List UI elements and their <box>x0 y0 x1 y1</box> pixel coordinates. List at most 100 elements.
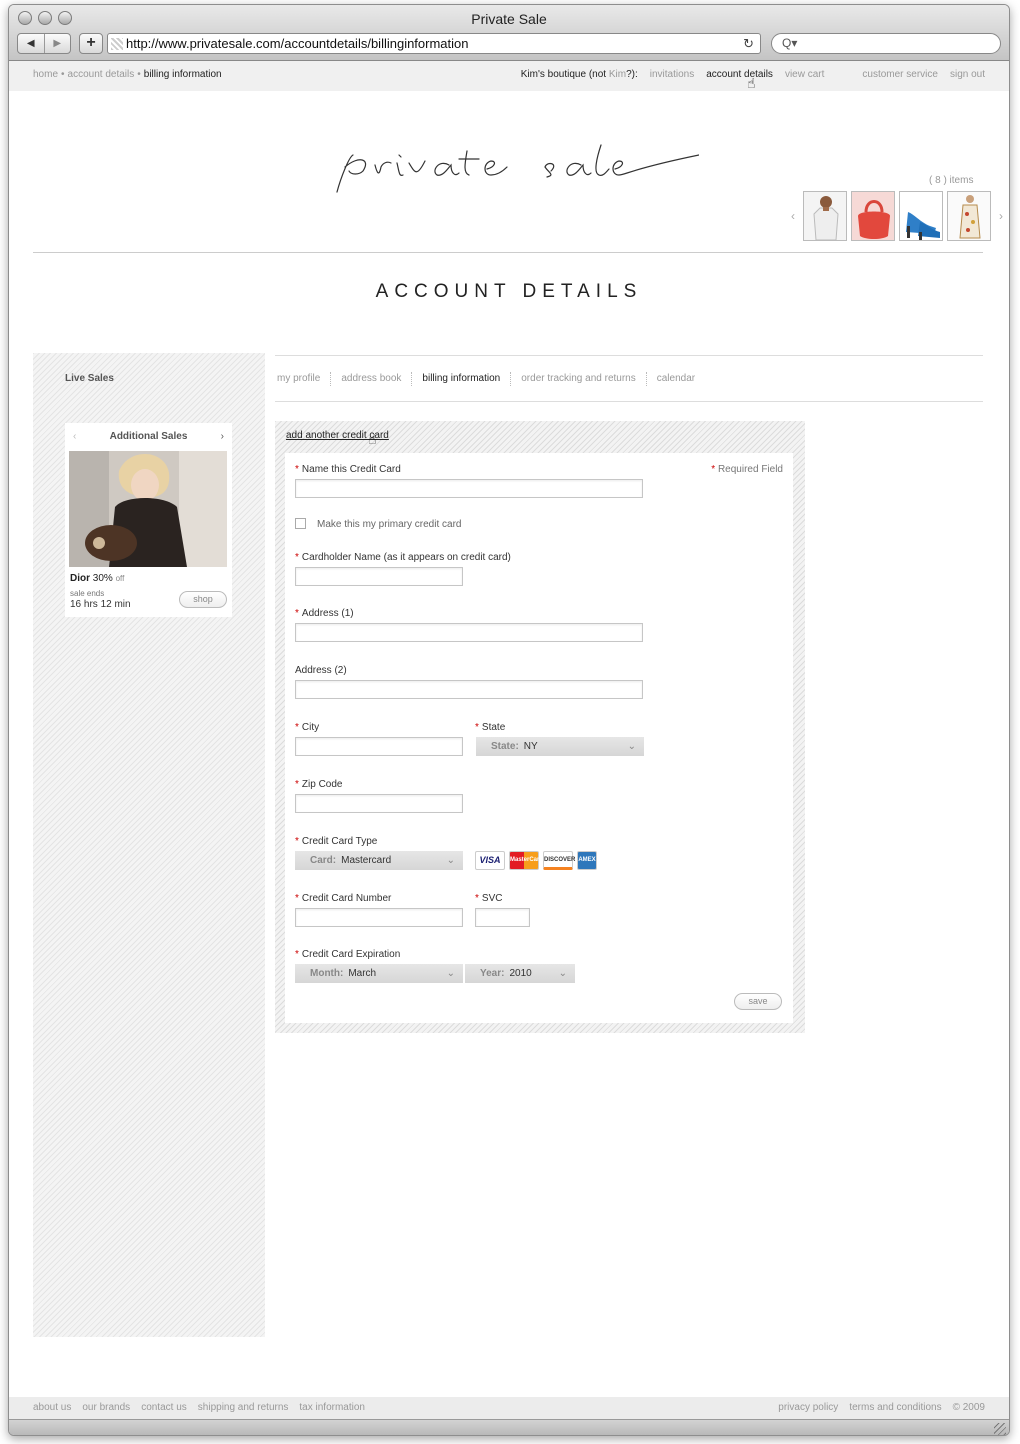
forward-button[interactable]: ▶ <box>43 34 71 53</box>
zip-label: * Zip Code <box>295 779 343 790</box>
breadcrumb-home[interactable]: home <box>33 69 58 80</box>
address-bar[interactable]: http://www.privatesale.com/accountdetail… <box>107 33 761 54</box>
expiration-label: * Credit Card Expiration <box>295 949 401 960</box>
resize-grip-icon[interactable] <box>994 1423 1006 1435</box>
tab-billing-information[interactable]: billing information <box>411 372 510 386</box>
site-footer: about us our brands contact us shipping … <box>9 1397 1009 1419</box>
save-button[interactable]: save <box>734 993 782 1010</box>
primary-card-label: Make this my primary credit card <box>317 519 462 530</box>
address1-field[interactable] <box>295 623 643 642</box>
city-label: * City <box>295 722 320 733</box>
breadcrumb-account-details[interactable]: account details <box>68 69 135 80</box>
footer-our-brands[interactable]: our brands <box>82 1397 130 1419</box>
cardholder-label: * Cardholder Name (as it appears on credi… <box>295 552 511 563</box>
billing-panel: add another credit card ☝ * Required Fie… <box>275 421 805 1033</box>
tab-order-tracking[interactable]: order tracking and returns <box>510 372 646 386</box>
footer-tax-information[interactable]: tax information <box>299 1397 365 1419</box>
account-details-link[interactable]: account details <box>706 61 773 89</box>
cc-number-label: * Credit Card Number <box>295 893 392 904</box>
header-divider <box>33 252 983 253</box>
reload-icon[interactable]: ↻ <box>743 34 754 53</box>
footer-contact-us[interactable]: contact us <box>141 1397 187 1419</box>
address2-field[interactable] <box>295 680 643 699</box>
back-button[interactable]: ◀ <box>18 34 44 53</box>
account-tabs: my profile address book billing informat… <box>277 372 705 386</box>
boutique-greeting: Kim's boutique (not Kim?): <box>520 69 638 80</box>
chevron-down-icon: ⌄ <box>446 968 455 979</box>
footer-terms[interactable]: terms and conditions <box>849 1397 941 1419</box>
tabs-divider-top <box>275 355 983 356</box>
card-type-select[interactable]: Card: Mastercard ⌄ <box>295 851 463 870</box>
window-title: Private Sale <box>471 11 547 27</box>
sign-out-link[interactable]: sign out <box>950 61 985 89</box>
cart-thumb-red-bag[interactable] <box>851 191 895 241</box>
tab-my-profile[interactable]: my profile <box>277 372 330 386</box>
page-title: ACCOUNT DETAILS <box>375 281 643 302</box>
cardholder-name-field[interactable] <box>295 567 463 586</box>
cart-thumb-dress[interactable] <box>947 191 991 241</box>
cart-thumbnails: ‹ › <box>787 191 1007 241</box>
card-name-field[interactable] <box>295 479 643 498</box>
search-icon: Q▾ <box>782 36 798 50</box>
card-number-field[interactable] <box>295 908 463 927</box>
site-top-nav: home • account details • billing information… <box>9 61 1009 91</box>
sale-time-left: 16 hrs 12 min <box>70 599 131 610</box>
mastercard-icon: MasterCard <box>509 851 543 870</box>
thumbs-prev-icon[interactable]: ‹ <box>787 209 799 223</box>
expiration-year-select[interactable]: Year: 2010 ⌄ <box>465 964 575 983</box>
name-card-label: * Name this Credit Card <box>295 464 401 475</box>
cc-type-label: * Credit Card Type <box>295 836 378 847</box>
hand-cursor-icon: ☝ <box>747 75 756 91</box>
svc-label: * SVC <box>475 893 503 904</box>
state-select[interactable]: State: NY ⌄ <box>476 737 644 756</box>
primary-card-checkbox[interactable] <box>295 518 306 529</box>
card-logos: VISA MasterCard DISCOVER AMEX <box>475 851 597 870</box>
additional-sales-title: Additional Sales <box>109 431 188 442</box>
city-field[interactable] <box>295 737 463 756</box>
sale-photo[interactable] <box>69 451 227 567</box>
url-text: http://www.privatesale.com/accountdetail… <box>126 36 469 51</box>
address2-label: Address (2) <box>295 665 347 676</box>
live-sales-heading[interactable]: Live Sales <box>65 373 114 384</box>
search-field[interactable]: Q▾ <box>771 33 1001 54</box>
amex-icon: AMEX <box>577 851 597 870</box>
visa-icon: VISA <box>475 851 505 870</box>
state-label: * State <box>475 722 506 733</box>
browser-toolbar: Private Sale ◀ ▶ + http://www.privatesal… <box>9 5 1009 61</box>
chevron-down-icon: ⌄ <box>627 741 636 752</box>
footer-shipping-returns[interactable]: shipping and returns <box>198 1397 289 1419</box>
expiration-month-select[interactable]: Month: March ⌄ <box>295 964 463 983</box>
browser-window: Private Sale ◀ ▶ + http://www.privatesal… <box>8 4 1010 1436</box>
hand-cursor-icon: ☝ <box>368 431 377 447</box>
sales-prev-icon[interactable]: ‹ <box>73 431 76 442</box>
cart-items-count[interactable]: ( 8 ) items <box>929 175 973 186</box>
breadcrumb: home • account details • billing information <box>33 69 222 80</box>
cart-thumb-shoes[interactable] <box>899 191 943 241</box>
favicon-icon <box>111 38 123 50</box>
sale-brand: Dior 30% off <box>70 573 125 584</box>
add-bookmark-button[interactable]: + <box>79 33 103 54</box>
chevron-down-icon: ⌄ <box>446 855 455 866</box>
sales-next-icon[interactable]: › <box>221 431 224 442</box>
credit-card-form: * Required Field * Name this Credit Card … <box>285 453 793 1023</box>
user-name[interactable]: Kim <box>609 69 626 80</box>
chevron-down-icon: ⌄ <box>558 968 567 979</box>
private-sale-logo[interactable] <box>319 137 699 207</box>
footer-about-us[interactable]: about us <box>33 1397 71 1419</box>
sidebar: Live Sales ‹ Additional Sales › Dior 30%… <box>33 353 265 1337</box>
tabs-divider-bottom <box>275 401 983 402</box>
customer-service-link[interactable]: customer service <box>862 61 938 89</box>
invitations-link[interactable]: invitations <box>650 61 694 89</box>
address1-label: * Address (1) <box>295 608 354 619</box>
tab-address-book[interactable]: address book <box>330 372 411 386</box>
thumbs-next-icon[interactable]: › <box>995 209 1007 223</box>
shop-button[interactable]: shop <box>179 591 227 608</box>
breadcrumb-current: billing information <box>143 69 222 80</box>
cart-thumb-tshirt[interactable] <box>803 191 847 241</box>
tab-calendar[interactable]: calendar <box>645 372 705 386</box>
svc-field[interactable] <box>475 908 530 927</box>
zip-code-field[interactable] <box>295 794 463 813</box>
browser-status-bar <box>9 1419 1009 1435</box>
footer-privacy-policy[interactable]: privacy policy <box>778 1397 838 1419</box>
view-cart-link[interactable]: view cart <box>785 61 824 89</box>
